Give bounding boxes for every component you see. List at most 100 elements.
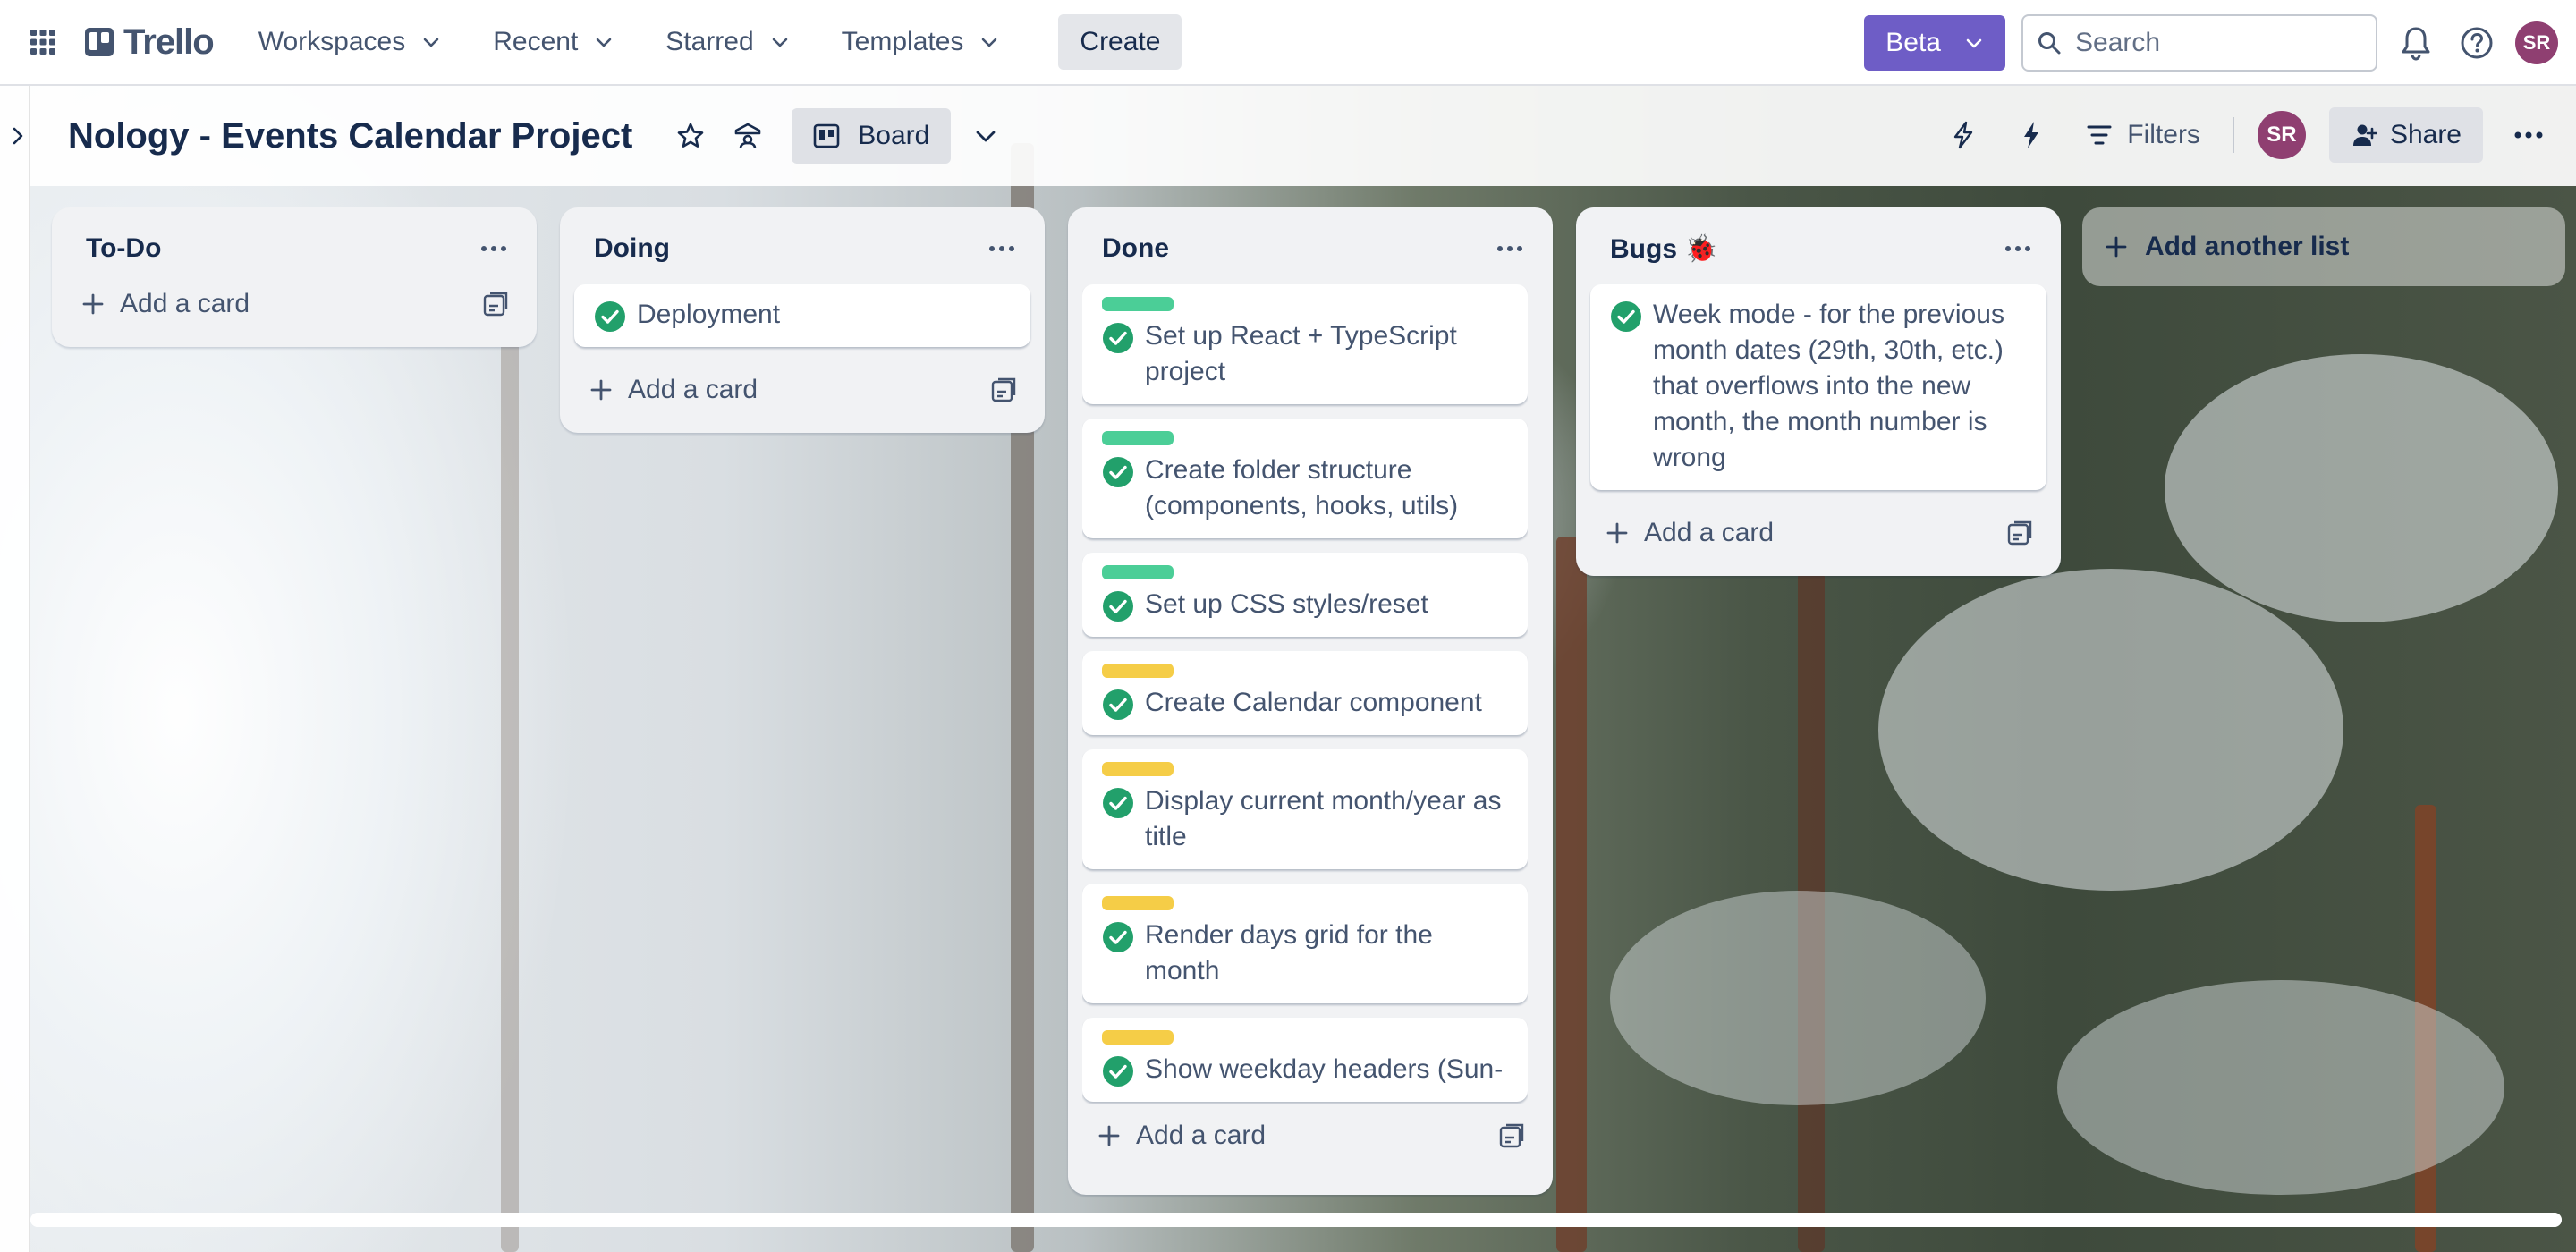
card[interactable]: Render days grid for the month [1082, 884, 1528, 1003]
more-options-icon[interactable] [2506, 113, 2551, 157]
card-title: Set up React + TypeScript project [1145, 321, 1457, 386]
card[interactable]: Set up CSS styles/reset [1082, 553, 1528, 637]
list-header: Doing [574, 207, 1030, 290]
logo-text: Trello [123, 21, 215, 62]
check-circle-icon[interactable] [1102, 689, 1134, 721]
list-title[interactable]: To-Do [86, 233, 161, 264]
card-label-green[interactable] [1102, 297, 1174, 311]
notifications-icon[interactable] [2394, 21, 2438, 65]
card-title: Render days grid for the month [1145, 920, 1433, 986]
add-card-label: Add a card [628, 375, 758, 404]
list-title[interactable]: Done [1102, 233, 1169, 264]
card-title: Week mode - for the previous month dates… [1653, 300, 2004, 472]
list-header: Done [1082, 207, 1538, 290]
check-circle-icon[interactable] [594, 300, 626, 333]
plus-icon [1606, 522, 1628, 544]
starred-menu[interactable]: Starred [648, 15, 807, 69]
star-icon[interactable] [668, 114, 713, 158]
add-card-button[interactable]: Add a card [1605, 518, 1774, 548]
card[interactable]: Create Calendar component [1082, 651, 1528, 735]
app-switcher-icon[interactable] [21, 21, 64, 63]
recent-menu[interactable]: Recent [475, 15, 631, 69]
add-card-label: Add a card [120, 289, 250, 318]
beta-button[interactable]: Beta [1864, 15, 2005, 71]
add-card-row: Add a card [1590, 504, 2046, 562]
user-avatar[interactable]: SR [2515, 21, 2558, 64]
check-circle-icon[interactable] [1102, 456, 1134, 488]
done-cards-container: Set up React + TypeScript project Create … [1082, 284, 1528, 1102]
done-cards-scroll-area[interactable]: Set up React + TypeScript project Create … [1082, 284, 1528, 1104]
card-title: Set up CSS styles/reset [1145, 589, 1428, 619]
header-divider [2232, 117, 2234, 153]
share-person-icon [2352, 124, 2377, 146]
snow-patch [2165, 354, 2558, 622]
check-circle-icon[interactable] [1102, 1055, 1134, 1087]
sidebar-collapsed [0, 86, 30, 1252]
chevron-down-icon [982, 38, 997, 47]
workspace-visibility-icon[interactable] [725, 114, 770, 158]
card-content: Set up CSS styles/reset [1102, 587, 1508, 622]
horizontal-scrollbar-track[interactable] [30, 1213, 2562, 1227]
create-from-template-icon[interactable] [478, 286, 513, 322]
card-label-yellow[interactable] [1102, 1030, 1174, 1045]
automation-icon[interactable] [2009, 113, 2054, 157]
add-another-list-label: Add another list [2145, 232, 2350, 261]
list-menu-ellipsis-icon[interactable] [982, 229, 1021, 268]
help-icon[interactable] [2454, 21, 2499, 65]
card-label-yellow[interactable] [1102, 896, 1174, 910]
create-from-template-icon[interactable] [2002, 515, 2038, 551]
search-input[interactable]: Search [2021, 14, 2377, 72]
filters-button[interactable]: Filters [2077, 120, 2209, 150]
card-title: Show weekday headers (Sun- [1145, 1054, 1504, 1084]
list-menu-ellipsis-icon[interactable] [474, 229, 513, 268]
list-title[interactable]: Bugs 🐞 [1610, 233, 1718, 265]
horizontal-scrollbar-thumb[interactable] [30, 1213, 2562, 1227]
card-content: Display current month/year as title [1102, 783, 1508, 855]
check-circle-icon[interactable] [1102, 921, 1134, 953]
add-another-list-button[interactable]: Add another list [2082, 207, 2565, 286]
card[interactable]: Display current month/year as title [1082, 749, 1528, 869]
card-label-green[interactable] [1102, 565, 1174, 579]
check-circle-icon[interactable] [1102, 787, 1134, 819]
member-avatar[interactable]: SR [2257, 111, 2306, 159]
card-label-yellow[interactable] [1102, 664, 1174, 678]
share-button[interactable]: Share [2328, 107, 2483, 163]
create-from-template-icon[interactable] [986, 372, 1021, 408]
templates-menu[interactable]: Templates [824, 15, 1018, 69]
card-label-yellow[interactable] [1102, 762, 1174, 776]
board-icon [813, 123, 840, 148]
create-button[interactable]: Create [1058, 14, 1182, 70]
snow-patch [1610, 891, 1986, 1105]
card[interactable]: Deployment [574, 284, 1030, 347]
check-circle-icon[interactable] [1102, 590, 1134, 622]
chevron-down-icon[interactable] [963, 114, 1008, 158]
list-menu-ellipsis-icon[interactable] [1998, 229, 2038, 268]
trello-logo[interactable]: Trello [84, 21, 215, 63]
list-title[interactable]: Doing [594, 233, 670, 264]
board-header: Nology - Events Calendar Project Board F… [30, 86, 2576, 186]
power-ups-icon[interactable] [1941, 113, 1986, 157]
list-menu-ellipsis-icon[interactable] [1490, 229, 1530, 268]
card[interactable]: Week mode - for the previous month dates… [1590, 284, 2046, 490]
workspaces-menu[interactable]: Workspaces [241, 15, 460, 69]
plus-icon [2106, 236, 2127, 258]
card-label-green[interactable] [1102, 431, 1174, 445]
add-card-button[interactable]: Add a card [80, 289, 250, 319]
card-content: Create folder structure (components, hoo… [1102, 453, 1508, 524]
check-circle-icon[interactable] [1102, 322, 1134, 354]
create-from-template-icon[interactable] [1494, 1118, 1530, 1154]
check-circle-icon[interactable] [1610, 300, 1642, 333]
card-content: Set up React + TypeScript project [1102, 318, 1508, 390]
add-card-button[interactable]: Add a card [589, 375, 758, 405]
card[interactable]: Create folder structure (components, hoo… [1082, 419, 1528, 538]
add-card-button[interactable]: Add a card [1097, 1121, 1266, 1151]
board-view-button[interactable]: Board [792, 108, 952, 164]
card-content: Week mode - for the previous month dates… [1610, 297, 2027, 476]
add-card-row: Add a card [1082, 1107, 1538, 1164]
board-title[interactable]: Nology - Events Calendar Project [68, 116, 632, 156]
card[interactable]: Set up React + TypeScript project [1082, 284, 1528, 404]
card[interactable]: Show weekday headers (Sun- [1082, 1018, 1528, 1102]
top-navigation: Trello Workspaces Recent Starred Templat… [0, 0, 2576, 86]
sidebar-toggle-chevron-right-icon[interactable] [7, 120, 29, 152]
list-done: Done Set up React + TypeScript project Cr… [1068, 207, 1553, 1195]
